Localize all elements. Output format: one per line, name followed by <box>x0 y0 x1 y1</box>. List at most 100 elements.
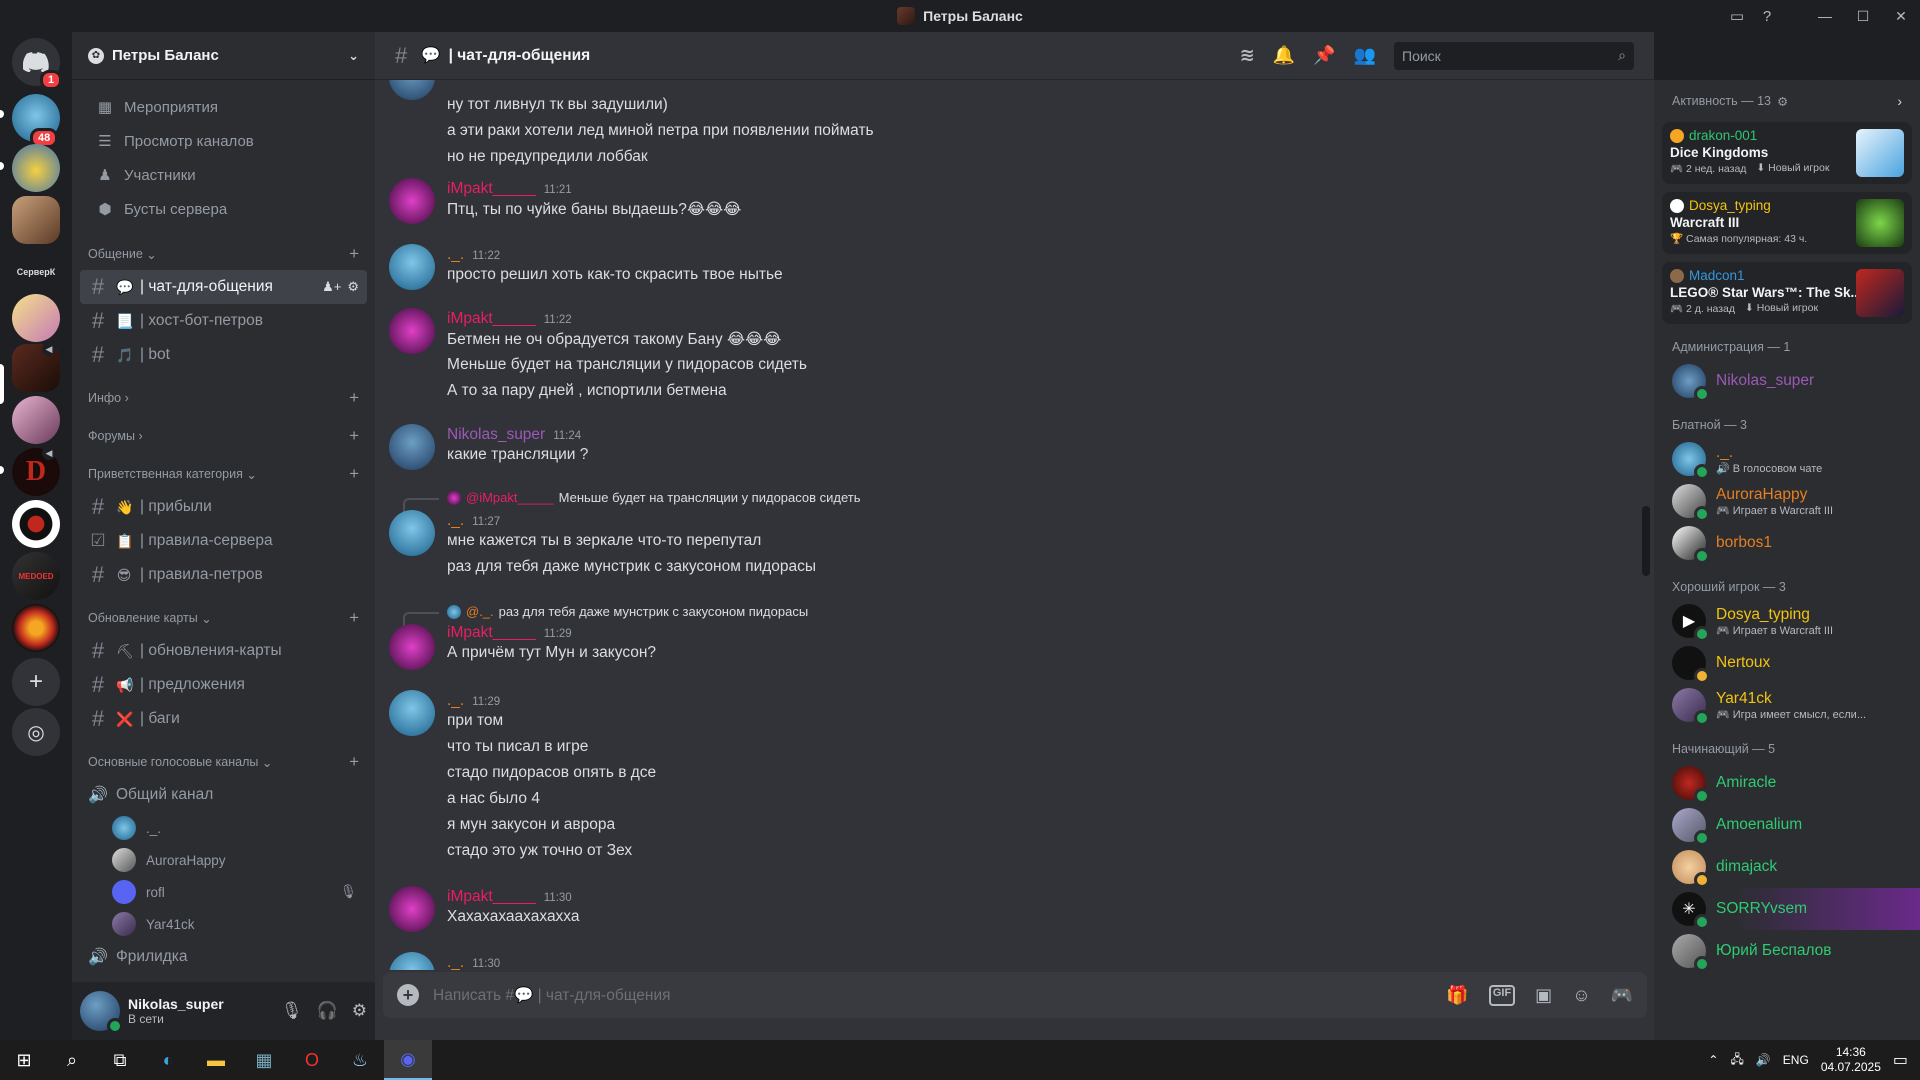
channel-arrived[interactable]: # 👋 | прибыли <box>80 490 367 524</box>
author-name[interactable]: iMpakt_____ <box>447 624 536 642</box>
author-name[interactable]: iMpakt_____ <box>447 310 536 328</box>
add-channel-icon[interactable]: + <box>349 388 359 408</box>
add-server-button[interactable]: + <box>12 658 60 706</box>
member-list-icon[interactable]: 👥 <box>1354 45 1376 66</box>
category-voice[interactable]: Основные голосовые каналы ⌄ + <box>72 750 375 774</box>
activities-icon[interactable]: 🎮 <box>1611 985 1633 1006</box>
author-name[interactable]: iMpakt_____ <box>447 180 536 198</box>
reply-preview[interactable]: @._. раз для тебя даже мунстрик с закусо… <box>403 604 808 626</box>
add-channel-icon[interactable]: + <box>349 608 359 628</box>
chevron-right-icon[interactable]: › <box>1897 93 1902 109</box>
voice-user[interactable]: Yar41ck <box>112 908 375 940</box>
server-icon-5[interactable] <box>12 500 60 548</box>
avatar[interactable] <box>389 690 435 736</box>
gear-icon[interactable]: ⚙ <box>352 1001 367 1021</box>
channel-bugs[interactable]: # ❌ | баги <box>80 702 367 736</box>
pin-icon[interactable]: 📌 <box>1313 45 1335 66</box>
gif-icon[interactable]: GIF <box>1488 984 1516 1006</box>
author-name[interactable]: ._. <box>447 246 464 264</box>
invite-icon[interactable]: ♟+ <box>322 279 341 295</box>
server-icon-4[interactable] <box>12 396 60 444</box>
channel-suggestions[interactable]: # 📢 | предложения <box>80 668 367 702</box>
server-icon-1[interactable] <box>12 144 60 192</box>
channel-rules[interactable]: ☑ 📋 | правила-сервера <box>80 524 367 558</box>
server-icon-7[interactable] <box>12 604 60 652</box>
channel-rules-petrov[interactable]: # 😎 | правила-петров <box>80 558 367 592</box>
guild-header[interactable]: ✿ Петры Баланс ⌄ <box>72 32 375 80</box>
member-item[interactable]: Amoenalium <box>1654 804 1920 846</box>
author-name[interactable]: iMpakt_____ <box>447 888 536 906</box>
channel-chat[interactable]: # 💬 | чат-для-общения ♟+ ⚙ <box>80 270 367 304</box>
bell-icon[interactable]: 🔔 <box>1273 45 1295 66</box>
steam-icon[interactable]: ♨ <box>336 1040 384 1080</box>
channel-map-updates[interactable]: # ⛏ | обновления-карты <box>80 634 367 668</box>
emoji-icon[interactable]: ☺ <box>1572 985 1590 1006</box>
author-name[interactable]: ._. <box>447 512 464 530</box>
member-item[interactable]: Nikolas_super <box>1654 360 1920 402</box>
avatar[interactable] <box>389 424 435 470</box>
category-chat[interactable]: Общение ⌄ + <box>72 242 375 266</box>
language-indicator[interactable]: ENG <box>1783 1053 1809 1067</box>
voice-user[interactable]: rofl 🎙 <box>112 876 375 908</box>
member-item[interactable]: ✳ SORRYvsem <box>1654 888 1920 930</box>
activity-card[interactable]: Dosya_typing Warcraft III 🏆 Самая популя… <box>1662 192 1912 254</box>
notifications-icon[interactable]: ▭ <box>1893 1050 1908 1070</box>
events-item[interactable]: ▦ Мероприятия <box>80 90 367 124</box>
add-channel-icon[interactable]: + <box>349 244 359 264</box>
threads-icon[interactable]: ≋ <box>1240 45 1255 66</box>
server-icon-text[interactable]: СерверК <box>12 248 60 296</box>
category-info[interactable]: Инфо › + <box>72 386 375 410</box>
reply-preview[interactable]: @iMpakt_____ Меньше будет на трансляции … <box>403 490 861 512</box>
chevron-up-icon[interactable]: ⌃ <box>1708 1053 1718 1067</box>
gear-icon[interactable]: ⚙ <box>347 279 359 295</box>
member-item[interactable]: ._. 🔊 В голосовом чате <box>1654 438 1920 480</box>
gift-icon[interactable]: 🎁 <box>1446 985 1468 1006</box>
avatar[interactable] <box>389 624 435 670</box>
voice-user[interactable]: AuroraHappy <box>112 844 375 876</box>
opera-icon[interactable]: O <box>288 1040 336 1080</box>
category-forums[interactable]: Форумы › + <box>72 424 375 448</box>
maximize-button[interactable]: ☐ <box>1844 0 1882 32</box>
user-avatar[interactable] <box>80 991 123 1034</box>
search-input[interactable]: Поиск ⌕ <box>1394 41 1634 70</box>
sticker-icon[interactable]: ▣ <box>1535 985 1552 1006</box>
category-welcome[interactable]: Приветственная категория ⌄ + <box>72 462 375 486</box>
member-item[interactable]: dimajack <box>1654 846 1920 888</box>
avatar[interactable] <box>389 244 435 290</box>
member-item[interactable]: Юрий Беспалов <box>1654 930 1920 972</box>
gear-icon[interactable]: ⚙ <box>1777 94 1788 109</box>
volume-icon[interactable]: 🔊 <box>1756 1053 1771 1067</box>
member-item[interactable]: Nertoux <box>1654 642 1920 684</box>
close-button[interactable]: ✕ <box>1882 0 1920 32</box>
voice-user[interactable]: ._. <box>112 812 375 844</box>
explore-servers-button[interactable]: ◎ <box>12 708 60 756</box>
member-item[interactable]: AuroraHappy 🎮 Играет в Warcraft III <box>1654 480 1920 522</box>
activity-header[interactable]: Активность — 13 ⚙ › <box>1654 88 1920 114</box>
voice-channel-general[interactable]: 🔊 Общий канал <box>80 778 367 812</box>
edge-icon[interactable]: ◐ <box>144 1040 192 1080</box>
members-item[interactable]: ♟ Участники <box>80 158 367 192</box>
scrollbar[interactable] <box>1642 506 1650 576</box>
author-name[interactable]: Nikolas_super <box>447 426 545 444</box>
avatar[interactable] <box>389 178 435 224</box>
avatar[interactable] <box>389 510 435 556</box>
member-item[interactable]: ▶ Dosya_typing 🎮 Играет в Warcraft III <box>1654 600 1920 642</box>
author-name[interactable]: ._. <box>447 954 464 970</box>
attach-plus-icon[interactable]: + <box>397 984 419 1006</box>
store-icon[interactable]: ▦ <box>240 1040 288 1080</box>
server-icon-6[interactable]: MEDOED <box>12 552 60 600</box>
member-item[interactable]: borbos1 <box>1654 522 1920 564</box>
clock[interactable]: 14:36 04.07.2025 <box>1821 1045 1881 1075</box>
category-map-updates[interactable]: Обновление карты ⌄ + <box>72 606 375 630</box>
task-view-icon[interactable]: ⧉ <box>96 1040 144 1080</box>
windows-start-icon[interactable]: ⊞ <box>0 1040 48 1080</box>
channel-host-bot[interactable]: # 📃 | хост-бот-петров <box>80 304 367 338</box>
avatar[interactable] <box>389 886 435 932</box>
channel-bot[interactable]: # 🎵 | bot <box>80 338 367 372</box>
avatar[interactable] <box>389 308 435 354</box>
minimize-button[interactable]: — <box>1806 0 1844 32</box>
inbox-icon[interactable]: ▭ <box>1722 0 1752 32</box>
message-composer[interactable]: + Написать #💬 | чат-для-общения 🎁 GIF ▣ … <box>383 972 1647 1018</box>
browse-channels-item[interactable]: ☰ Просмотр каналов <box>80 124 367 158</box>
headphones-icon[interactable]: 🎧 <box>317 1001 338 1021</box>
